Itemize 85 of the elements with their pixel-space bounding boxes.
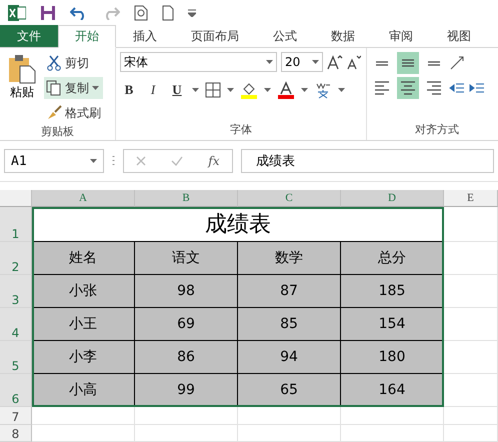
table-cell: 小张 bbox=[32, 275, 135, 308]
table-cell: 数学 bbox=[238, 242, 341, 275]
dropdown-caret-icon[interactable] bbox=[301, 88, 308, 92]
customize-caret-icon[interactable] bbox=[188, 8, 196, 17]
table-cell: 86 bbox=[135, 341, 238, 374]
align-bottom-icon bbox=[428, 60, 440, 66]
underline-button[interactable]: U bbox=[168, 82, 186, 98]
checkmark-icon[interactable] bbox=[171, 156, 184, 166]
bold-button[interactable]: B bbox=[120, 82, 138, 98]
dropdown-caret-icon[interactable] bbox=[192, 88, 199, 92]
spreadsheet-logo-icon[interactable] bbox=[8, 4, 26, 21]
ribbon-tab[interactable]: 开始 bbox=[58, 25, 116, 48]
table-cell: 185 bbox=[341, 275, 444, 308]
scissors-icon bbox=[46, 55, 62, 72]
print-preview-icon[interactable] bbox=[134, 4, 148, 21]
row-header[interactable]: 4 bbox=[0, 308, 32, 341]
font-size-field[interactable]: 20 bbox=[281, 52, 323, 72]
cut-button[interactable]: 剪切 bbox=[44, 52, 103, 74]
row-header[interactable]: 6 bbox=[0, 374, 32, 407]
name-box[interactable]: A1 bbox=[4, 149, 104, 174]
font-color-icon[interactable] bbox=[277, 81, 295, 100]
empty-cell bbox=[444, 425, 498, 442]
dropdown-caret-icon[interactable] bbox=[227, 88, 234, 92]
column-header[interactable]: C bbox=[238, 190, 341, 207]
group-label: 对齐方式 bbox=[414, 122, 460, 138]
align-left-icon bbox=[375, 81, 389, 96]
formula-field[interactable]: 成绩表 bbox=[241, 149, 494, 174]
table-cell: 65 bbox=[238, 374, 341, 407]
table-cell: 69 bbox=[135, 308, 238, 341]
dropdown-caret-icon[interactable] bbox=[92, 86, 99, 90]
file-tab[interactable]: 文件 bbox=[0, 25, 58, 48]
italic-button[interactable]: I bbox=[144, 82, 162, 98]
paintbrush-icon bbox=[46, 105, 62, 122]
format-painter-button[interactable]: 格式刷 bbox=[44, 102, 103, 124]
row-header[interactable]: 5 bbox=[0, 341, 32, 374]
dropdown-caret-icon[interactable] bbox=[312, 60, 319, 64]
phonetic-guide-icon[interactable] bbox=[314, 81, 332, 100]
table-cell: 姓名 bbox=[32, 242, 135, 275]
empty-cell bbox=[444, 407, 498, 425]
alignment-button[interactable] bbox=[397, 77, 419, 100]
font-name-field[interactable]: 宋体 bbox=[120, 52, 277, 72]
copy-icon bbox=[46, 80, 62, 96]
dropdown-caret-icon[interactable] bbox=[264, 88, 271, 92]
paste-button[interactable]: 粘贴 bbox=[4, 52, 40, 124]
shrink-font-icon[interactable] bbox=[347, 54, 361, 70]
dropdown-caret-icon[interactable] bbox=[338, 88, 345, 92]
align-top-icon bbox=[376, 60, 388, 66]
table-cell: 164 bbox=[341, 374, 444, 407]
table-cell: 154 bbox=[341, 308, 444, 341]
copy-button[interactable]: 复制 bbox=[44, 77, 103, 100]
group-label: 剪贴板 bbox=[40, 124, 75, 140]
grow-font-icon[interactable] bbox=[327, 54, 343, 70]
dropdown-caret-icon[interactable] bbox=[90, 159, 97, 164]
row-header[interactable]: 8 bbox=[0, 425, 32, 442]
table-cell: 98 bbox=[135, 275, 238, 308]
table-cell: 87 bbox=[238, 275, 341, 308]
table-cell: 总分 bbox=[341, 242, 444, 275]
group-label: 字体 bbox=[229, 122, 253, 138]
align-right-icon bbox=[427, 81, 441, 96]
column-header[interactable]: A bbox=[32, 190, 135, 207]
table-cell: 85 bbox=[238, 308, 341, 341]
dropdown-caret-icon[interactable] bbox=[266, 60, 273, 64]
table-cell: 小李 bbox=[32, 341, 135, 374]
borders-icon[interactable] bbox=[205, 82, 221, 98]
column-header[interactable]: B bbox=[135, 190, 238, 207]
alignment-button[interactable] bbox=[397, 52, 419, 74]
table-cell: 语文 bbox=[135, 242, 238, 275]
table-cell: 180 bbox=[341, 341, 444, 374]
row-header[interactable]: 1 bbox=[0, 207, 32, 242]
row-header[interactable]: 7 bbox=[0, 407, 32, 425]
column-header[interactable]: E bbox=[444, 190, 498, 207]
table-cell: 小高 bbox=[32, 374, 135, 407]
row-header[interactable]: 3 bbox=[0, 275, 32, 308]
table-cell: 99 bbox=[135, 374, 238, 407]
column-header[interactable]: D bbox=[341, 190, 444, 207]
table-cell: 小王 bbox=[32, 308, 135, 341]
new-document-icon[interactable] bbox=[162, 4, 174, 21]
table-cell: 94 bbox=[238, 341, 341, 374]
fill-color-icon[interactable] bbox=[240, 81, 258, 100]
insert-function-button[interactable]: fx bbox=[208, 154, 220, 168]
align-center-icon bbox=[401, 81, 415, 96]
align-middle-icon bbox=[402, 59, 414, 68]
clipboard-icon bbox=[8, 54, 36, 84]
empty-cell bbox=[444, 207, 498, 242]
row-header[interactable]: 2 bbox=[0, 242, 32, 275]
